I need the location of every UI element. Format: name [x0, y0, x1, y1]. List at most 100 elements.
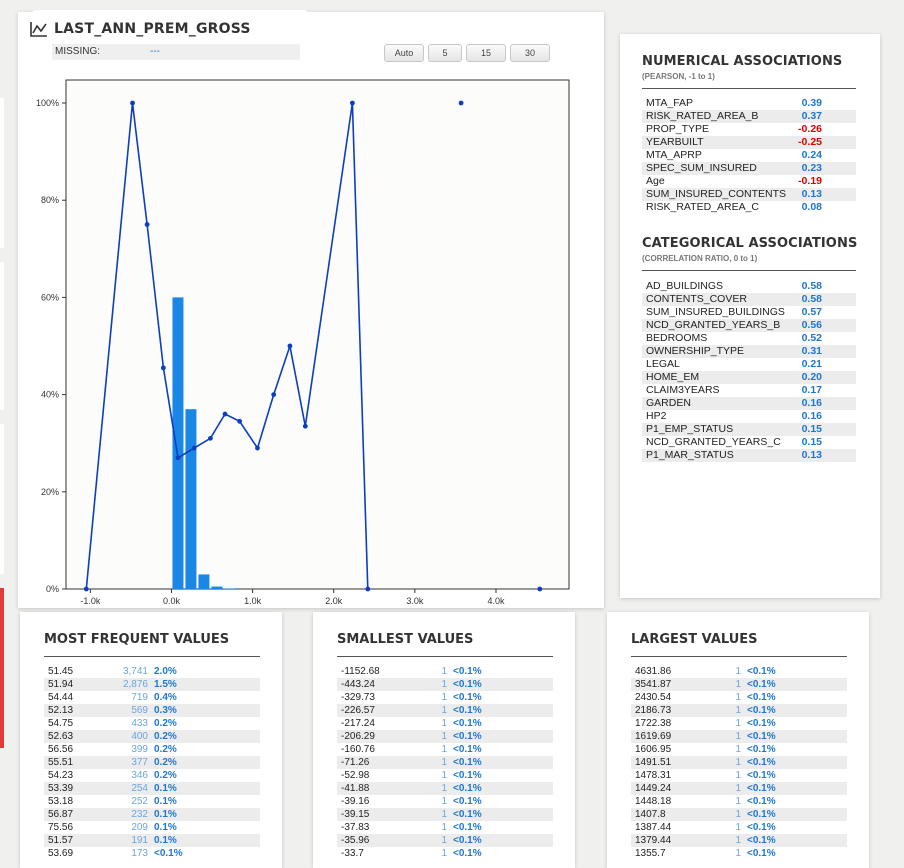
divider — [631, 656, 847, 657]
percent-cell: <0.1% — [453, 835, 482, 846]
list-item[interactable]: NCD_GRANTED_YEARS_C 0.15 — [642, 436, 856, 449]
list-item[interactable]: LEGAL 0.21 — [642, 358, 856, 371]
y-tick-label: 20% — [41, 487, 59, 497]
association-name: SUM_INSURED_BUILDINGS — [646, 306, 785, 318]
list-item[interactable]: PROP_TYPE -0.26 — [642, 123, 856, 136]
association-name: RISK_RATED_AREA_B — [646, 110, 759, 122]
association-name: YEARBUILT — [646, 136, 704, 148]
association-name: OWNERSHIP_TYPE — [646, 345, 745, 357]
value-cell: 1407.8 — [635, 809, 666, 820]
count-cell: 252 — [131, 796, 148, 807]
count-cell: 1 — [441, 679, 447, 690]
association-value: -0.19 — [798, 175, 822, 187]
list-item[interactable]: GARDEN 0.16 — [642, 397, 856, 410]
x-tick-label: 3.0k — [406, 596, 424, 606]
list-item[interactable]: HOME_EM 0.20 — [642, 371, 856, 384]
table-row: 4631.86 1 <0.1% — [631, 665, 847, 678]
count-cell: 1 — [735, 783, 741, 794]
association-name: NCD_GRANTED_YEARS_C — [646, 436, 781, 448]
histogram-chart: 0% 20% 40% 60% 80% 100% -1.0k 0.0k 1.0k 2.0k 3.0k 4… — [36, 79, 570, 606]
value-cell: 51.45 — [48, 666, 74, 677]
list-item[interactable]: CONTENTS_COVER 0.58 — [642, 293, 856, 306]
percent-cell: <0.1% — [453, 796, 482, 807]
table-row: 1407.8 1 <0.1% — [631, 808, 847, 821]
association-value: 0.31 — [801, 345, 822, 357]
list-item[interactable]: Age -0.19 — [642, 175, 856, 188]
percent-cell: <0.1% — [747, 796, 776, 807]
list-item[interactable]: MTA_APRP 0.24 — [642, 149, 856, 162]
percent-cell: 0.1% — [154, 783, 177, 794]
value-cell: 1478.31 — [635, 770, 672, 781]
series-point — [160, 365, 166, 371]
histogram-bar — [224, 588, 236, 590]
list-item[interactable]: AD_BUILDINGS 0.58 — [642, 280, 856, 293]
association-value: 0.16 — [801, 410, 822, 422]
association-value: 0.57 — [801, 306, 822, 318]
table-row: 54.44 719 0.4% — [44, 691, 260, 704]
numerical-associations-title: NUMERICAL ASSOCIATIONS — [642, 54, 843, 69]
series-point — [302, 423, 308, 429]
most-frequent-title: MOST FREQUENT VALUES — [44, 632, 230, 647]
association-value: 0.08 — [801, 201, 822, 213]
largest-values-list: 4631.86 1 <0.1% 3541.87 1 <0.1% 2430.54 1 <0.1% 2… — [631, 665, 847, 860]
histogram-bar — [185, 409, 197, 589]
association-name: RISK_RATED_AREA_C — [646, 201, 760, 213]
table-row: 1355.7 1 <0.1% — [631, 847, 847, 860]
list-item[interactable]: SUM_INSURED_BUILDINGS 0.57 — [642, 306, 856, 319]
value-cell: 53.39 — [48, 783, 74, 794]
list-item[interactable]: RISK_RATED_AREA_B 0.37 — [642, 110, 856, 123]
list-item[interactable]: BEDROOMS 0.52 — [642, 332, 856, 345]
count-cell: 1 — [735, 731, 741, 742]
value-cell: 53.18 — [48, 796, 74, 807]
list-item[interactable]: SUM_INSURED_CONTENTS 0.13 — [642, 188, 856, 201]
neighbor-card-edge — [0, 262, 4, 410]
list-item[interactable]: MTA_FAP 0.39 — [642, 97, 856, 110]
count-cell: 1 — [735, 757, 741, 768]
series-point — [537, 586, 543, 592]
count-cell: 1 — [441, 835, 447, 846]
histogram-bar — [211, 586, 223, 589]
value-cell: 54.23 — [48, 770, 74, 781]
percent-cell: <0.1% — [747, 705, 776, 716]
association-value: 0.58 — [801, 293, 822, 305]
table-row: 51.45 3,741 2.0% — [44, 665, 260, 678]
most-frequent-list: 51.45 3,741 2.0% 51.94 2,876 1.5% 54.44 719 0.4%… — [44, 665, 260, 860]
percent-cell: <0.1% — [453, 744, 482, 755]
divider — [44, 656, 260, 657]
list-item[interactable]: HP2 0.16 — [642, 410, 856, 423]
association-name: LEGAL — [646, 358, 680, 370]
value-cell: 75.56 — [48, 822, 74, 833]
list-item[interactable]: NCD_GRANTED_YEARS_B 0.56 — [642, 319, 856, 332]
percent-cell: <0.1% — [747, 770, 776, 781]
list-item[interactable]: CLAIM3YEARS 0.17 — [642, 384, 856, 397]
value-cell: 1387.44 — [635, 822, 672, 833]
list-item[interactable]: P1_EMP_STATUS 0.15 — [642, 423, 856, 436]
list-item[interactable]: P1_MAR_STATUS 0.13 — [642, 449, 856, 462]
y-tick-label: 40% — [41, 390, 59, 400]
table-row: -37.83 1 <0.1% — [337, 821, 553, 834]
count-cell: 1 — [441, 744, 447, 755]
list-item[interactable]: SPEC_SUM_INSURED 0.23 — [642, 162, 856, 175]
plot-area — [65, 79, 570, 590]
percent-cell: 0.2% — [154, 731, 177, 742]
list-item[interactable]: YEARBUILT -0.25 — [642, 136, 856, 149]
series-point — [222, 411, 228, 417]
association-value: 0.37 — [801, 110, 822, 122]
series-point — [144, 222, 150, 227]
percent-cell: <0.1% — [453, 679, 482, 690]
series-point — [458, 100, 464, 106]
value-cell: 54.44 — [48, 692, 74, 703]
count-cell: 377 — [131, 757, 148, 768]
percent-cell: 0.1% — [154, 809, 177, 820]
list-item[interactable]: RISK_RATED_AREA_C 0.08 — [642, 201, 856, 214]
value-cell: -39.16 — [341, 796, 370, 807]
percent-cell: <0.1% — [453, 848, 482, 859]
association-value: 0.13 — [801, 449, 822, 461]
association-value: 0.24 — [801, 149, 822, 161]
percent-cell: <0.1% — [453, 666, 482, 677]
value-cell: -160.76 — [341, 744, 375, 755]
list-item[interactable]: OWNERSHIP_TYPE 0.31 — [642, 345, 856, 358]
table-row: 56.56 399 0.2% — [44, 743, 260, 756]
y-tick-label: 60% — [41, 292, 59, 302]
count-cell: 399 — [131, 744, 148, 755]
